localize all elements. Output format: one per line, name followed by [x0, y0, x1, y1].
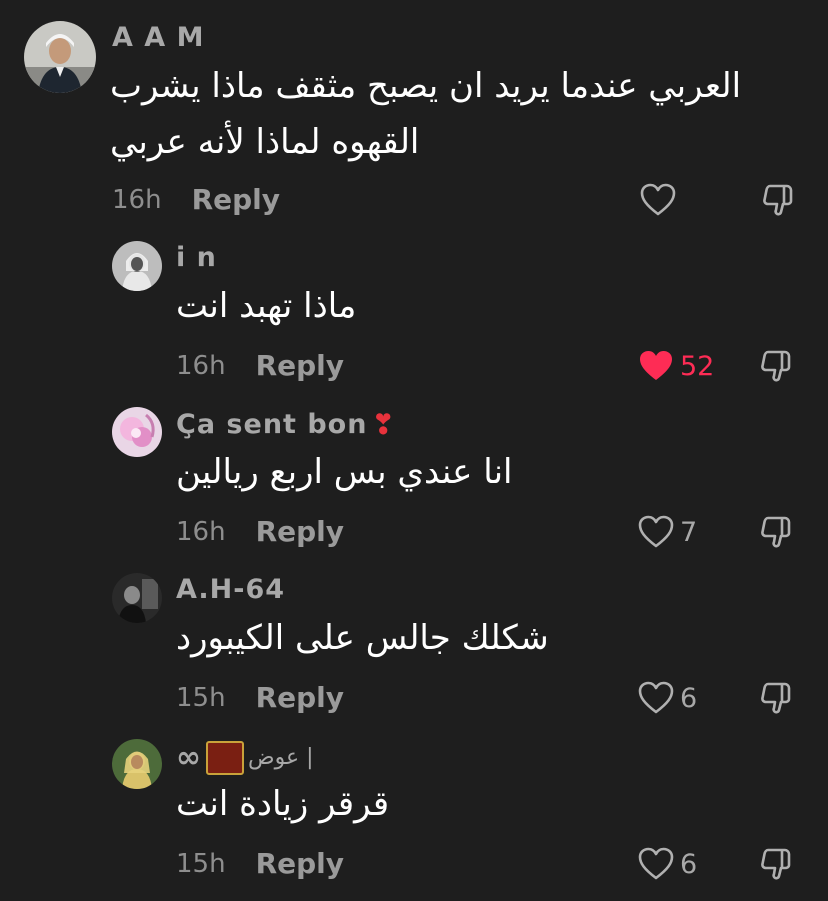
abacus-icon: [206, 740, 244, 775]
thumbs-down-icon: [761, 516, 791, 548]
thumbs-down-icon: [761, 350, 791, 382]
heart-exclamation-icon: ❣: [371, 408, 396, 441]
like-button[interactable]: [640, 183, 676, 217]
comment-meta: 15h Reply: [176, 847, 344, 880]
reply-button[interactable]: Reply: [256, 515, 344, 548]
like-button[interactable]: 52: [638, 349, 714, 383]
comment-time: 16h: [112, 184, 162, 215]
comment-text: ماذا تهبد انت: [176, 278, 356, 334]
comment-meta: 16h Reply: [176, 515, 344, 548]
comment-username[interactable]: i n: [176, 242, 217, 273]
comment-meta: 15h Reply: [176, 681, 344, 714]
avatar-man-green-icon: [112, 739, 162, 789]
dislike-button[interactable]: [758, 680, 794, 720]
like-count: 7: [680, 516, 698, 548]
avatar[interactable]: [112, 739, 162, 789]
thumbs-down-icon: [761, 848, 791, 880]
username-text: A.H-64: [176, 574, 286, 605]
comment-text-line: القهوه لماذا لأنه عربي: [110, 122, 420, 162]
comment-username[interactable]: A.H-64: [176, 574, 285, 605]
heart-outline-icon: [640, 183, 676, 216]
reply-button[interactable]: Reply: [256, 681, 344, 714]
comment-text-line: انا عندي بس اربع ريالين: [176, 452, 513, 492]
username-text: i n: [176, 242, 217, 273]
reply-button[interactable]: Reply: [256, 847, 344, 880]
comment-time: 15h: [176, 848, 226, 879]
like-count: 6: [680, 848, 698, 880]
username-text: Ça sent bon: [176, 409, 368, 440]
avatar-dark-photo-icon: [112, 573, 162, 623]
avatar[interactable]: [112, 573, 162, 623]
comment-meta: 16h Reply: [112, 183, 280, 216]
dislike-button[interactable]: [760, 182, 796, 222]
comment-username[interactable]: Ça sent bon ❣: [176, 408, 396, 441]
dislike-button[interactable]: [758, 514, 794, 554]
reply-button[interactable]: Reply: [256, 349, 344, 382]
dislike-button[interactable]: [758, 348, 794, 388]
heart-outline-icon: [638, 681, 674, 714]
heart-outline-icon: [638, 847, 674, 880]
comment-text-line: قرقر زيادة انت: [176, 784, 390, 824]
heart-outline-icon: [638, 515, 674, 548]
comment-text: قرقر زيادة انت: [176, 776, 389, 832]
comment-text: العربي عندما يريد ان يصبح مثقف ماذا يشرب…: [110, 58, 741, 170]
username-text: A A M: [112, 22, 205, 53]
heart-filled-icon: [640, 351, 672, 380]
infinity-icon: ∞: [176, 740, 202, 775]
avatar-man-bw-icon: [112, 241, 162, 291]
like-button[interactable]: 7: [638, 515, 697, 549]
avatar[interactable]: [24, 21, 96, 93]
comment-text-line: شكلك جالس على الكيبورد: [176, 618, 549, 658]
comment-time: 15h: [176, 682, 226, 713]
dislike-button[interactable]: [758, 846, 794, 886]
thumbs-down-icon: [761, 682, 791, 714]
avatar[interactable]: [112, 407, 162, 457]
comment-username[interactable]: A A M: [112, 22, 204, 53]
like-count: 6: [680, 682, 698, 714]
comment-time: 16h: [176, 350, 226, 381]
like-button[interactable]: 6: [638, 847, 697, 881]
thumbs-down-icon: [763, 184, 793, 216]
comment-username[interactable]: ∞ عوض |: [176, 740, 314, 775]
comment-time: 16h: [176, 516, 226, 547]
avatar-pink-flower-icon: [112, 407, 162, 457]
comment-text-line: ماذا تهبد انت: [176, 286, 357, 326]
comment-meta: 16h Reply: [176, 349, 344, 382]
comment-text: شكلك جالس على الكيبورد: [176, 610, 549, 666]
like-button[interactable]: 6: [638, 681, 697, 715]
like-count: 52: [680, 350, 715, 382]
comment-text: انا عندي بس اربع ريالين: [176, 444, 512, 500]
username-text: عوض |: [248, 745, 314, 770]
avatar-man-suit-icon: [24, 21, 96, 93]
reply-button[interactable]: Reply: [192, 183, 280, 216]
avatar[interactable]: [112, 241, 162, 291]
comment-text-line: العربي عندما يريد ان يصبح مثقف ماذا يشرب: [110, 66, 742, 106]
